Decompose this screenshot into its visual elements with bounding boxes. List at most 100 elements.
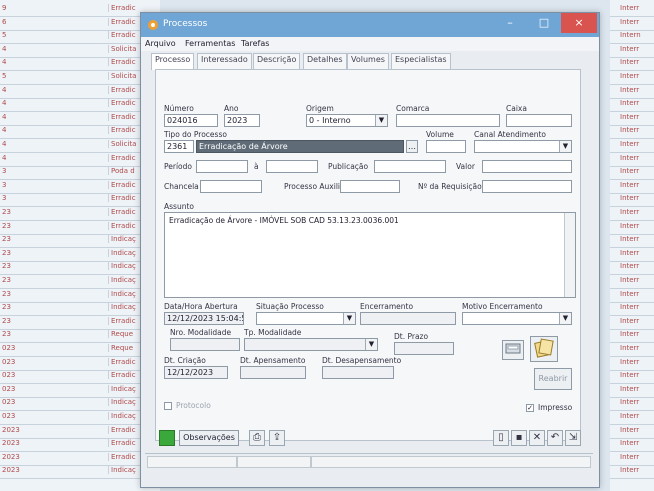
tab-detalhes[interactable]: Detalhes: [303, 53, 347, 70]
title-bar[interactable]: Processos – □ ×: [141, 13, 599, 37]
tipo-processo-name[interactable]: Erradicação de Árvore: [196, 140, 404, 153]
menu-ferramentas[interactable]: Ferramentas: [185, 39, 235, 48]
save-icon[interactable]: ▪: [511, 430, 527, 446]
background-cell: 4: [2, 153, 7, 162]
canal-atendimento-select[interactable]: ▼: [474, 140, 572, 153]
tipo-processo-code[interactable]: 2361: [164, 140, 194, 153]
valor-field[interactable]: [482, 160, 572, 173]
encerramento-field[interactable]: [360, 312, 456, 325]
background-row: 3 Erradic: [0, 194, 160, 208]
background-spreadsheet-left: 9 Erradic 6 Erradic 5 Erradic 4 Solicita 4 Erradi…: [0, 0, 160, 491]
minimize-button[interactable]: –: [493, 13, 527, 33]
impresso-checkbox[interactable]: ✓: [526, 404, 534, 412]
dt-desapensamento-field[interactable]: [322, 366, 394, 379]
data-abertura-field[interactable]: 12/12/2023 15:04:58: [164, 312, 244, 325]
menu-tarefas[interactable]: Tarefas: [241, 39, 269, 48]
tipo-processo-lookup-button[interactable]: …: [406, 140, 418, 153]
background-cell: 3: [2, 194, 7, 203]
dt-apensamento-label: Dt. Apensamento: [240, 356, 306, 365]
chevron-down-icon[interactable]: ▼: [343, 313, 355, 324]
background-row: 023 Indicaç: [0, 384, 160, 398]
maximize-button[interactable]: □: [527, 13, 561, 33]
background-cell: Interr: [620, 72, 640, 80]
scanner-icon-button[interactable]: [502, 340, 524, 360]
background-cell: 4: [2, 112, 7, 121]
upload-icon[interactable]: ⇪: [269, 430, 285, 446]
background-cell: Interr: [620, 412, 640, 420]
processo-auxiliar-field[interactable]: [340, 180, 400, 193]
ano-field[interactable]: 2023: [224, 114, 260, 127]
background-cell: Interr: [620, 316, 640, 325]
print-icon[interactable]: ⎙: [249, 430, 265, 446]
dt-criacao-field[interactable]: 12/12/2023: [164, 366, 228, 379]
app-icon: [148, 20, 158, 30]
caixa-field[interactable]: [506, 114, 572, 127]
background-cell: Intern: [620, 31, 641, 40]
assunto-scrollbar[interactable]: [564, 213, 575, 297]
background-row: Interr: [610, 398, 654, 412]
publicacao-field[interactable]: [374, 160, 446, 173]
background-row: Interr: [610, 167, 654, 181]
new-document-icon[interactable]: ▯: [493, 430, 509, 446]
background-row: Interr: [610, 453, 654, 466]
background-row: Intern: [610, 31, 654, 45]
processos-window: Processos – □ × Arquivo Ferramentas Tare…: [140, 12, 600, 488]
delete-icon[interactable]: ✕: [529, 430, 545, 446]
requisicao-field[interactable]: [482, 180, 572, 193]
attachments-icon-button[interactable]: [530, 336, 558, 362]
exit-icon[interactable]: ⇲: [565, 430, 581, 446]
dt-prazo-field[interactable]: [394, 342, 454, 355]
menu-arquivo[interactable]: Arquivo: [145, 39, 176, 48]
background-cell: 23: [2, 248, 11, 257]
tab-descricao[interactable]: Descrição: [253, 53, 301, 70]
background-row: Interr: [610, 72, 654, 85]
tab-especialistas[interactable]: Especialistas: [391, 53, 451, 70]
comarca-field[interactable]: [396, 114, 500, 127]
background-row: 023 Indicaç: [0, 412, 160, 425]
close-button[interactable]: ×: [561, 13, 597, 33]
motivo-encerramento-label: Motivo Encerramento: [462, 302, 543, 311]
chevron-down-icon[interactable]: ▼: [559, 141, 571, 152]
undo-icon[interactable]: ↶: [547, 430, 563, 446]
background-row: 23 Erradic: [0, 221, 160, 235]
reabrir-button[interactable]: Reabrir: [534, 368, 572, 390]
chancela-field[interactable]: [200, 180, 262, 193]
background-cell: Interr: [620, 99, 640, 108]
protocolo-checkbox[interactable]: [164, 402, 172, 410]
background-cell: 2023: [2, 425, 20, 434]
attachments-icon: [534, 338, 554, 358]
tab-volumes[interactable]: Volumes: [347, 53, 389, 70]
background-cell: 2023: [2, 452, 20, 461]
caixa-label: Caixa: [506, 104, 527, 113]
numero-field[interactable]: 024016: [164, 114, 218, 127]
green-status-icon[interactable]: [159, 430, 175, 446]
motivo-encerramento-select[interactable]: ▼: [462, 312, 572, 325]
assunto-textarea[interactable]: Erradicação de Árvore - IMÓVEL SOB CAD 5…: [164, 212, 576, 298]
background-row: 4 Solicita: [0, 44, 160, 58]
tab-interessado[interactable]: Interessado: [197, 53, 252, 70]
background-cell: Interr: [620, 262, 640, 271]
origem-select[interactable]: 0 - Interno ▼: [306, 114, 388, 127]
situacao-processo-select[interactable]: ▼: [256, 312, 356, 325]
background-cell: 4: [2, 140, 7, 148]
periodo-to-field[interactable]: [266, 160, 318, 173]
background-cell: Interr: [620, 276, 640, 284]
background-cell: Interr: [620, 344, 640, 352]
dt-apensamento-field[interactable]: [240, 366, 306, 379]
chevron-down-icon[interactable]: ▼: [375, 115, 387, 126]
background-row: 4 Erradic: [0, 126, 160, 140]
background-row: 4 Solicita: [0, 140, 160, 153]
observacoes-button[interactable]: Observações: [179, 430, 239, 446]
background-row: Interr: [610, 194, 654, 208]
processo-auxiliar-label: Processo Auxiliar: [284, 182, 348, 191]
chevron-down-icon[interactable]: ▼: [365, 339, 377, 350]
tab-processo[interactable]: Processo: [151, 53, 195, 70]
volume-field[interactable]: [426, 140, 466, 153]
tp-modalidade-select[interactable]: ▼: [244, 338, 378, 351]
background-row: Interr: [610, 385, 654, 398]
background-cell: 23: [2, 276, 11, 284]
chevron-down-icon[interactable]: ▼: [559, 313, 571, 324]
background-cell: 023: [2, 398, 16, 407]
periodo-from-field[interactable]: [196, 160, 248, 173]
nro-modalidade-field[interactable]: [170, 338, 240, 351]
